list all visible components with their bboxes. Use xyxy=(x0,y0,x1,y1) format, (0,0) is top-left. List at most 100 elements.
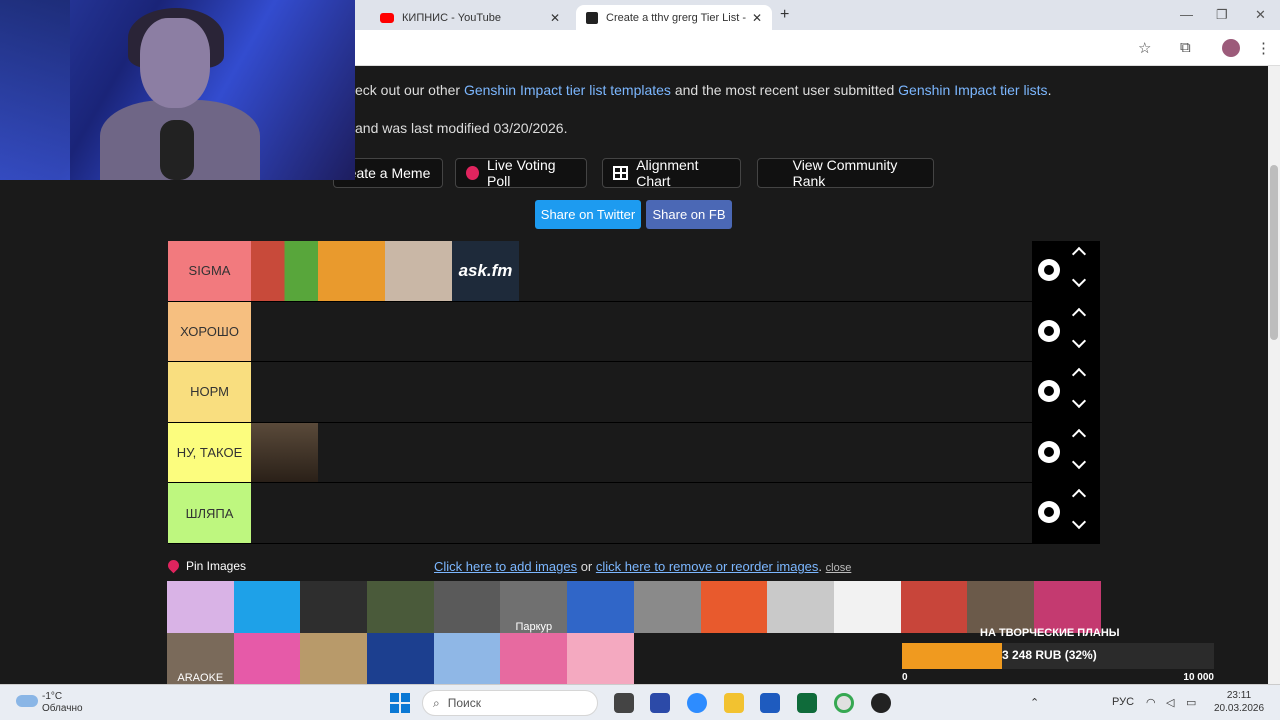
pool-image[interactable] xyxy=(300,632,368,684)
close-tab-icon[interactable]: ✕ xyxy=(550,11,560,25)
star-icon[interactable]: ☆ xyxy=(1138,39,1151,57)
close-link[interactable]: close xyxy=(826,562,852,574)
tier-item-image[interactable] xyxy=(318,241,385,301)
tier-label[interactable]: ШЛЯПА xyxy=(168,483,251,543)
chevron-down-icon[interactable] xyxy=(1071,454,1087,469)
zoom-icon[interactable] xyxy=(687,693,707,713)
app-icon[interactable] xyxy=(797,693,817,713)
file-explorer-icon[interactable] xyxy=(724,693,744,713)
remove-images-link[interactable]: click here to remove or reorder images xyxy=(596,559,819,574)
gear-icon[interactable] xyxy=(1038,259,1060,281)
chrome-icon[interactable] xyxy=(834,693,854,713)
pool-image[interactable] xyxy=(433,632,501,684)
volume-icon[interactable]: ◁ xyxy=(1166,696,1174,709)
live-voting-poll-button[interactable]: Live Voting Poll xyxy=(455,157,587,189)
chevron-down-icon[interactable] xyxy=(1071,515,1087,530)
chevron-up-icon[interactable]: ⌃ xyxy=(1030,696,1039,709)
chevron-up-icon[interactable] xyxy=(1071,246,1087,262)
chevron-down-icon[interactable] xyxy=(1071,394,1087,409)
pool-image[interactable] xyxy=(233,632,301,684)
weather-text: -1°C Облачно xyxy=(42,691,83,715)
chevron-up-icon[interactable] xyxy=(1071,368,1087,383)
tier-label[interactable]: НУ, ТАКОЕ xyxy=(168,422,251,483)
pool-image[interactable] xyxy=(233,581,301,633)
minimize-button[interactable]: — xyxy=(1180,7,1193,22)
extensions-icon[interactable]: ⧉ xyxy=(1180,39,1191,56)
task-view-icon[interactable] xyxy=(614,693,634,713)
genshin-tierlists-link[interactable]: Genshin Impact tier lists xyxy=(898,82,1047,98)
chevron-up-icon[interactable] xyxy=(1071,307,1087,322)
pool-image[interactable] xyxy=(1033,581,1101,633)
tier-label[interactable]: SIGMA xyxy=(168,241,251,301)
tier-item-image[interactable] xyxy=(251,241,318,301)
pool-image[interactable] xyxy=(900,581,968,633)
tier-items[interactable] xyxy=(251,362,1032,422)
tier-item-image[interactable] xyxy=(251,422,318,483)
word-icon[interactable] xyxy=(760,693,780,713)
pool-image[interactable] xyxy=(367,581,434,633)
record-icon xyxy=(466,166,480,180)
pin-images-label[interactable]: Pin Images xyxy=(186,559,246,573)
profile-avatar[interactable] xyxy=(1222,39,1240,57)
page-scrollbar[interactable] xyxy=(1268,66,1280,684)
add-images-link[interactable]: Click here to add images xyxy=(434,559,577,574)
alignment-chart-button[interactable]: Alignment Chart xyxy=(602,157,741,189)
tier-item-image[interactable]: ask.fm xyxy=(452,241,519,301)
pool-image[interactable] xyxy=(500,632,568,684)
battery-icon[interactable]: ▭ xyxy=(1186,696,1196,709)
menu-icon[interactable]: ⋮ xyxy=(1256,39,1271,57)
genshin-templates-link[interactable]: Genshin Impact tier list templates xyxy=(464,82,671,98)
close-tab-icon[interactable]: ✕ xyxy=(752,11,762,25)
button-label: reate a Meme xyxy=(344,165,431,181)
scrollbar-thumb[interactable] xyxy=(1270,165,1278,340)
pool-image[interactable] xyxy=(567,581,634,633)
gear-icon[interactable] xyxy=(1038,501,1060,524)
donation-amount: 3 248 RUB (32%) xyxy=(1002,648,1097,662)
pool-image[interactable] xyxy=(567,632,634,684)
pool-image[interactable] xyxy=(433,581,501,633)
tier-item-image[interactable] xyxy=(385,241,452,301)
language-indicator[interactable]: РУС xyxy=(1112,696,1134,708)
gear-icon[interactable] xyxy=(1038,440,1060,463)
pin-icon[interactable] xyxy=(165,557,182,574)
clock[interactable]: 23:11 20.03.2026 xyxy=(1214,689,1264,715)
close-window-button[interactable]: ✕ xyxy=(1255,7,1266,23)
pool-image[interactable] xyxy=(367,632,434,684)
chevron-up-icon[interactable] xyxy=(1071,489,1087,504)
tier-items[interactable] xyxy=(251,301,1032,362)
pool-image[interactable] xyxy=(967,581,1034,633)
tab-tiermaker[interactable]: Create a tthv grerg Tier List - Ti ✕ xyxy=(576,5,772,30)
or-text: or xyxy=(577,559,596,574)
chevron-up-icon[interactable] xyxy=(1071,428,1087,443)
pool-image[interactable] xyxy=(700,581,768,633)
pool-image[interactable] xyxy=(300,581,368,633)
windows-start-icon[interactable] xyxy=(390,693,410,713)
gear-icon[interactable] xyxy=(1038,319,1060,342)
share-twitter-button[interactable]: Share on Twitter xyxy=(535,200,641,229)
chevron-down-icon[interactable] xyxy=(1071,272,1087,288)
pool-image[interactable] xyxy=(633,581,701,633)
tier-label[interactable]: НОРМ xyxy=(168,362,251,422)
maximize-button[interactable]: ❐ xyxy=(1216,7,1228,23)
obs-icon[interactable] xyxy=(871,693,891,713)
wifi-icon[interactable]: ◠ xyxy=(1146,696,1156,709)
chevron-down-icon[interactable] xyxy=(1071,333,1087,348)
person-face xyxy=(140,18,210,108)
taskbar-search[interactable]: ⌕ Поиск xyxy=(422,690,598,716)
intro-prefix: eck out our other xyxy=(355,82,464,98)
pool-image[interactable] xyxy=(833,581,901,633)
tier-items[interactable] xyxy=(251,483,1032,543)
pool-image[interactable]: ARAOKE xyxy=(167,632,234,684)
new-tab-button[interactable]: + xyxy=(780,6,789,24)
share-facebook-button[interactable]: Share on FB xyxy=(646,200,732,229)
pool-image[interactable] xyxy=(167,581,234,633)
gear-icon[interactable] xyxy=(1038,380,1060,403)
community-rank-button[interactable]: View Community Rank xyxy=(757,157,934,189)
tab-youtube[interactable]: КИПНИС - YouTube ✕ xyxy=(370,5,570,30)
pool-image[interactable] xyxy=(767,581,834,633)
pool-image[interactable]: Паркур xyxy=(500,581,568,633)
tier-items[interactable]: ask.fm xyxy=(251,241,1032,301)
tier-label[interactable]: ХОРОШО xyxy=(168,301,251,362)
tier-items[interactable] xyxy=(251,422,1032,483)
app-icon[interactable] xyxy=(650,693,670,713)
